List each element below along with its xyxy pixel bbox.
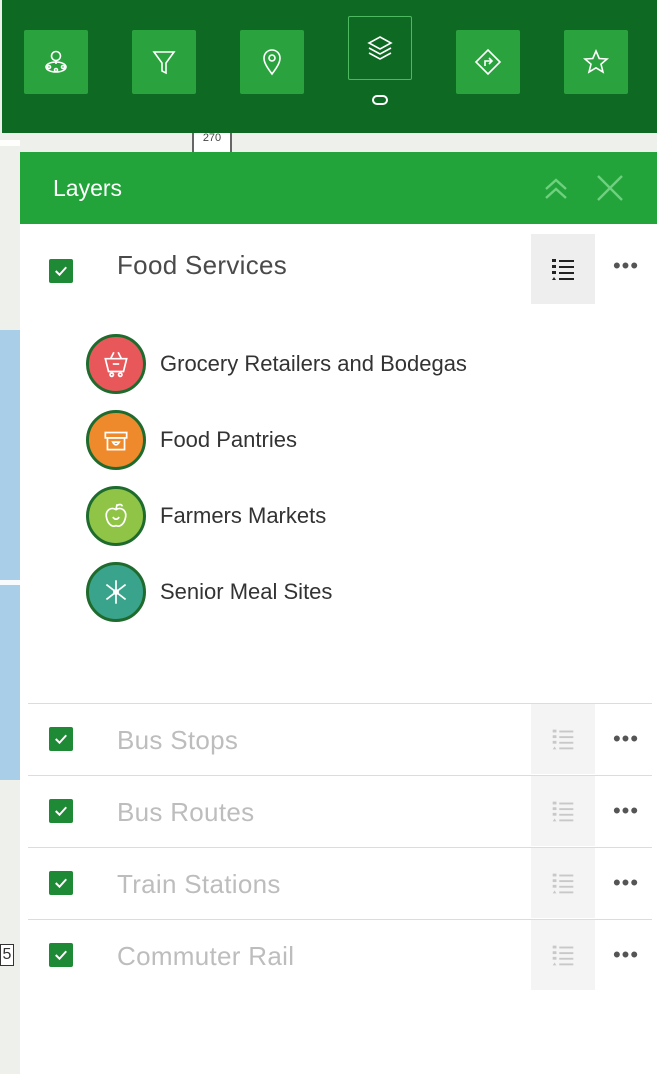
layer-row-food-services: Food Services ••• (28, 224, 652, 304)
legend-list-icon (552, 945, 574, 966)
layer-row-commuter-rail: Commuter Rail ••• (28, 919, 652, 991)
collapse-button[interactable] (540, 172, 572, 204)
close-icon (597, 175, 623, 201)
layer-name: Bus Stops (117, 725, 239, 755)
layer-row-bus-stops: Bus Stops ••• (28, 703, 652, 775)
legend-item-farmers: Farmers Markets (86, 486, 326, 546)
pantry-box-icon (86, 410, 146, 470)
layer-name: Food Services (117, 250, 288, 280)
more-options-button[interactable]: ••• (604, 935, 648, 975)
layer-checkbox[interactable] (49, 727, 73, 751)
map-pins-icon (45, 50, 67, 73)
layer-name: Train Stations (117, 869, 281, 899)
filter-tool[interactable] (132, 30, 196, 94)
legend-item-pantry: Food Pantries (86, 410, 297, 470)
top-toolbar (2, 0, 657, 133)
legend-label: Farmers Markets (160, 503, 327, 528)
layer-checkbox[interactable] (49, 799, 73, 823)
more-options-button[interactable]: ••• (604, 791, 648, 831)
more-options-button[interactable]: ••• (604, 719, 648, 759)
legend-list-icon (552, 801, 574, 822)
layer-checkbox[interactable] (49, 259, 73, 283)
filter-icon (152, 51, 176, 75)
legend-toggle-button[interactable] (531, 234, 595, 304)
legend-list-icon (552, 259, 574, 280)
layer-name: Bus Routes (117, 797, 255, 827)
layers-tool[interactable] (348, 16, 412, 80)
checkmark-icon (55, 806, 67, 817)
legend-toggle-button[interactable] (531, 704, 595, 774)
panel-header: Layers (20, 152, 657, 224)
map-road (0, 580, 20, 585)
layers-icon (367, 36, 393, 60)
map-pins-tool[interactable] (24, 30, 88, 94)
close-button[interactable] (594, 172, 626, 204)
legend-list-icon (552, 729, 574, 750)
layer-row-train-stations: Train Stations ••• (28, 847, 652, 919)
layer-name: Commuter Rail (117, 941, 295, 971)
panel-title: Layers (53, 174, 123, 201)
layer-checkbox[interactable] (49, 871, 73, 895)
layer-row-bus-routes: Bus Routes ••• (28, 775, 652, 847)
legend-label: Grocery Retailers and Bodegas (160, 351, 467, 376)
star-icon (583, 48, 609, 74)
checkmark-icon (55, 734, 67, 745)
legend-label: Senior Meal Sites (160, 579, 333, 604)
directions-icon (474, 48, 502, 76)
directions-tool[interactable] (456, 30, 520, 94)
active-tool-indicator (372, 95, 388, 105)
legend-item-grocery: Grocery Retailers and Bodegas (86, 334, 467, 394)
location-pin-icon (263, 49, 281, 76)
legend-list-icon (552, 873, 574, 894)
legend-label: Food Pantries (160, 427, 297, 452)
legend-toggle-button[interactable] (531, 920, 595, 990)
layer-checkbox[interactable] (49, 943, 73, 967)
layers-panel: Layers Food Services ••• Grocery Retaile… (20, 152, 657, 1074)
favorites-tool[interactable] (564, 30, 628, 94)
map-water (0, 330, 20, 780)
more-options-button[interactable]: ••• (604, 246, 648, 286)
checkmark-icon (55, 266, 67, 277)
checkmark-icon (55, 878, 67, 889)
utensils-icon (86, 562, 146, 622)
apple-icon (86, 486, 146, 546)
legend-toggle-button[interactable] (531, 776, 595, 846)
location-tool[interactable] (240, 30, 304, 94)
legend-item-senior-meals: Senior Meal Sites (86, 562, 332, 622)
chevron-double-up-icon (545, 178, 567, 199)
map-edge-label: 5 (0, 944, 14, 966)
checkmark-icon (55, 950, 67, 961)
more-options-button[interactable]: ••• (604, 863, 648, 903)
map-road (0, 140, 20, 146)
grocery-basket-icon (86, 334, 146, 394)
legend-toggle-button[interactable] (531, 848, 595, 918)
